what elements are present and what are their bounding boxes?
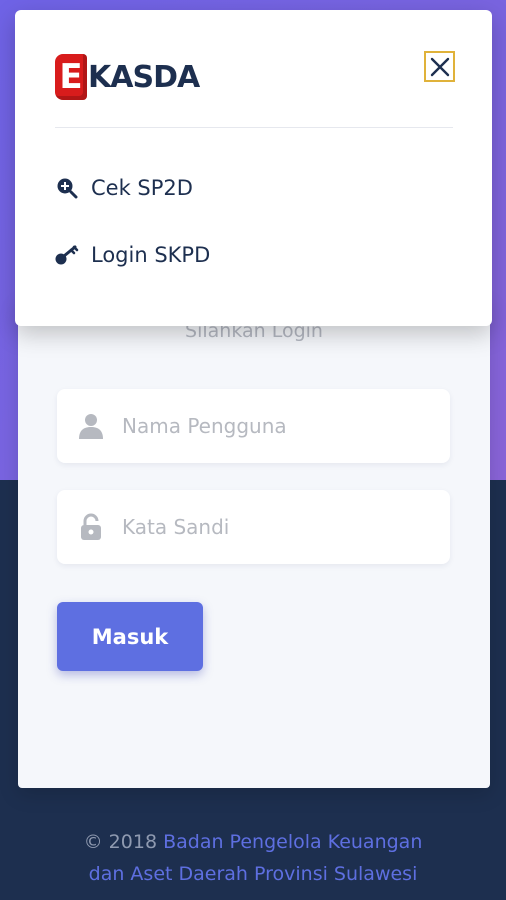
app-logo: E KASDA — [55, 54, 200, 100]
menu-item-login-skpd[interactable]: Login SKPD — [55, 235, 210, 275]
login-submit-button[interactable]: Masuk — [57, 602, 203, 671]
close-menu-button[interactable] — [424, 51, 455, 82]
logo-letter: E — [55, 54, 87, 100]
footer-org-line-1[interactable]: Badan Pengelola Keuangan — [163, 831, 422, 853]
footer-org-line-2[interactable]: dan Aset Daerah Provinsi Sulawesi — [89, 863, 418, 885]
logo-text: KASDA — [88, 59, 200, 95]
unlock-icon — [76, 512, 106, 542]
footer: © 2018 Badan Pengelola Keuangan dan Aset… — [0, 826, 506, 890]
menu-item-label: Login SKPD — [91, 243, 211, 267]
navigation-menu-panel: E KASDA Cek SP2D Login SKPD — [15, 10, 492, 326]
footer-line-2: dan Aset Daerah Provinsi Sulawesi — [0, 858, 506, 890]
menu-item-label: Cek SP2D — [91, 176, 193, 200]
key-icon — [55, 243, 79, 267]
password-field[interactable] — [57, 490, 450, 564]
login-card: Silahkan Login Masuk — [18, 300, 490, 788]
username-input[interactable] — [122, 414, 422, 438]
password-input[interactable] — [122, 515, 422, 539]
footer-line-1: © 2018 Badan Pengelola Keuangan — [0, 826, 506, 858]
username-field[interactable] — [57, 389, 450, 463]
footer-copyright: © 2018 — [83, 831, 158, 853]
close-icon — [430, 57, 449, 76]
user-icon — [76, 411, 106, 441]
menu-item-cek-sp2d[interactable]: Cek SP2D — [55, 168, 193, 208]
search-plus-icon — [55, 176, 79, 200]
menu-divider — [55, 127, 453, 128]
